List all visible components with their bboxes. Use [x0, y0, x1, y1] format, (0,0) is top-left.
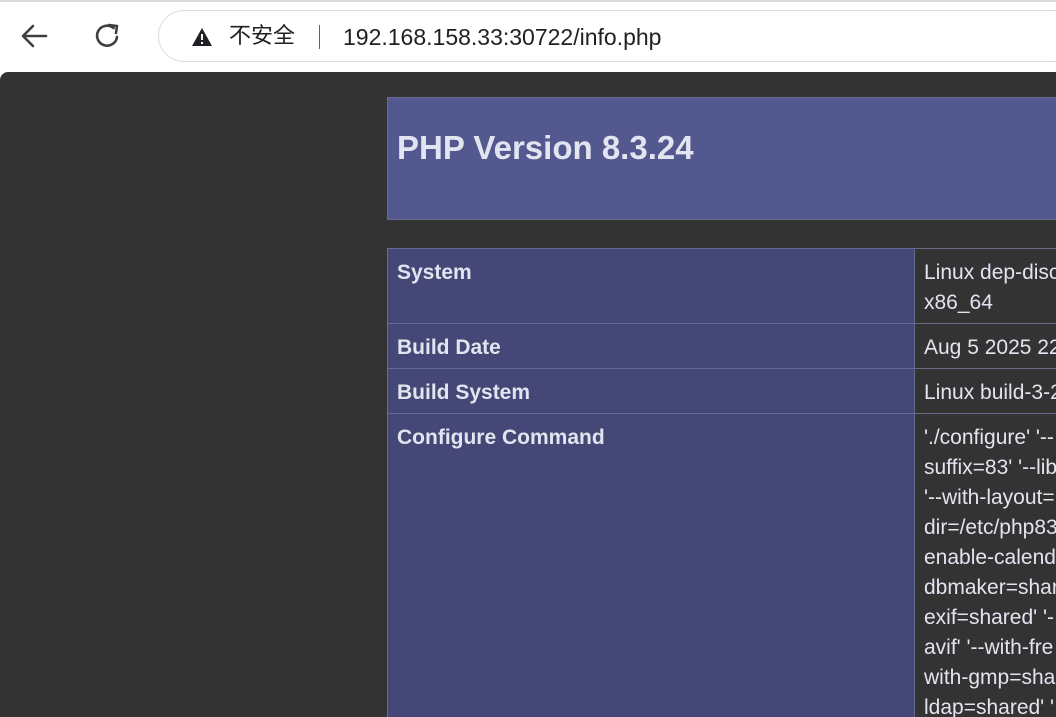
- security-status-label[interactable]: 不安全: [229, 22, 295, 52]
- reload-icon: [95, 23, 119, 47]
- value-line: './configure' '--: [924, 426, 1054, 449]
- browser-toolbar: 不安全 192.168.158.33:30722/info.php: [0, 0, 1056, 72]
- value-line: dir=/etc/php83: [924, 516, 1056, 539]
- back-arrow-icon: [21, 24, 48, 48]
- back-button[interactable]: [14, 16, 54, 56]
- page-title: PHP Version 8.3.24: [397, 129, 694, 166]
- row-key: System: [387, 248, 915, 324]
- value-line: enable-calend: [924, 546, 1056, 569]
- value-line: with-gmp=sha: [924, 666, 1056, 689]
- row-key: Configure Command: [387, 413, 915, 717]
- table-row: System Linux dep-disc x86_64: [387, 248, 1056, 324]
- php-info-table: System Linux dep-disc x86_64 Build Date …: [387, 248, 1056, 717]
- value-line: ldap=shared' ': [924, 696, 1055, 717]
- url-text[interactable]: 192.168.158.33:30722/info.php: [343, 22, 661, 52]
- row-key: Build Date: [387, 323, 915, 369]
- value-line: '--with-layout=: [924, 486, 1055, 509]
- value-line: suffix=83' '--lib: [924, 456, 1056, 479]
- warning-icon[interactable]: [191, 27, 213, 47]
- address-bar-divider: [319, 25, 320, 49]
- php-version-header: PHP Version 8.3.24: [387, 97, 1056, 220]
- window-top-border: [0, 0, 1056, 2]
- value-line: dbmaker=shar: [924, 576, 1056, 599]
- value-line: Aug 5 2025 22:: [924, 336, 1056, 359]
- address-bar[interactable]: 不安全 192.168.158.33:30722/info.php: [158, 10, 1056, 62]
- row-value: Linux dep-disc x86_64: [914, 248, 1056, 324]
- value-line: x86_64: [924, 291, 993, 314]
- value-line: avif' '--with-fre: [924, 636, 1054, 659]
- value-line: Linux build-3-2: [924, 381, 1056, 404]
- row-value: Aug 5 2025 22:: [914, 323, 1056, 369]
- table-row: Build System Linux build-3-2: [387, 368, 1056, 414]
- value-line: exif=shared' '-: [924, 606, 1054, 629]
- row-value: './configure' '-- suffix=83' '--lib '--w…: [914, 413, 1056, 717]
- page-viewport: PHP Version 8.3.24 System Linux dep-disc…: [0, 72, 1056, 717]
- row-value: Linux build-3-2: [914, 368, 1056, 414]
- table-row: Configure Command './configure' '-- suff…: [387, 413, 1056, 717]
- value-line: Linux dep-disc: [924, 261, 1056, 284]
- row-key: Build System: [387, 368, 915, 414]
- table-row: Build Date Aug 5 2025 22:: [387, 323, 1056, 369]
- reload-button[interactable]: [88, 16, 128, 56]
